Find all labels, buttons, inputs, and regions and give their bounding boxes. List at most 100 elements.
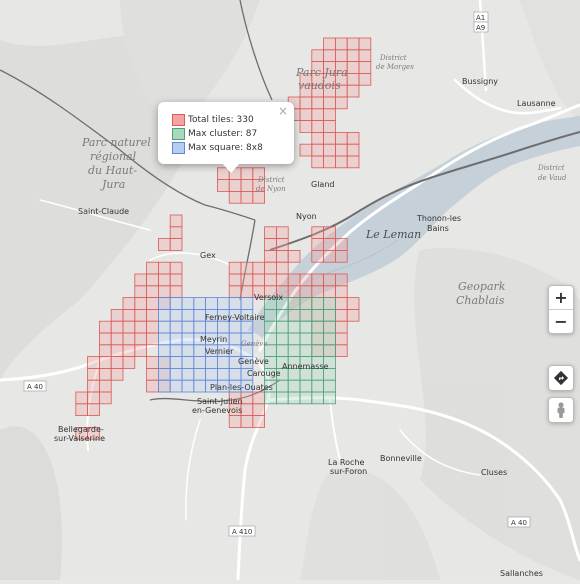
cluster-tile [311,332,324,346]
visited-tile [146,320,159,334]
cluster-tile [264,308,277,322]
cluster-tile [264,320,277,334]
visited-tile [275,226,289,240]
visited-tile [87,403,100,416]
place-geneve: Genève [238,356,269,366]
square-tile [228,367,242,381]
street-view-button[interactable] [548,397,574,423]
legend-max-square-label: Max square: 8x8 [188,143,263,153]
visited-tile [169,261,183,275]
visited-tile [240,415,254,428]
stats-popup: × Total tiles: 330 Max cluster: 87 Max s… [158,102,294,173]
cluster-tile [323,391,336,405]
visited-tile [122,344,136,357]
cluster-tile [299,344,313,357]
region-geopark-2: Chablais [456,294,505,307]
visited-tile [311,273,324,287]
visited-tile [122,297,136,310]
cluster-tile [323,344,336,357]
visited-tile [146,356,159,369]
place-la-roche: La Roche [328,458,364,467]
cluster-tile [323,379,336,393]
visited-tile [311,143,324,157]
square-tile [205,320,218,334]
visited-tile [311,249,324,263]
cluster-tile [287,297,301,310]
visited-tile [99,320,112,334]
visited-tile [311,226,324,240]
visited-tile [240,391,254,405]
visited-tile [146,297,159,310]
visited-tile [264,273,277,287]
directions-button[interactable] [548,365,574,391]
visited-tile [99,379,112,393]
visited-tile [240,190,254,204]
zoom-out-button[interactable]: − [549,310,573,333]
popup-close-button[interactable]: × [278,105,288,117]
visited-tile [134,344,148,357]
square-tile [181,297,195,310]
visited-tile [311,285,324,298]
place-saint-claude: Saint-Claude [78,207,129,216]
square-tile [169,297,183,310]
visited-tile [323,120,336,133]
visited-tile [228,415,242,428]
cluster-tile [275,332,289,346]
zoom-control: + − [548,285,574,334]
directions-icon [553,370,569,386]
visited-tile [299,285,313,298]
square-tile [228,332,242,346]
visited-tile [334,332,348,346]
visited-tile [110,344,124,357]
cluster-tile [299,379,313,393]
visited-tile [334,249,348,263]
road-a1: A1 [476,14,485,22]
visited-tile [311,108,324,122]
place-gex: Gex [200,251,216,260]
visited-tile [110,367,124,381]
visited-tile [358,37,372,51]
square-tile [157,367,171,381]
visited-tile [287,285,301,298]
visited-tile [157,238,171,251]
visited-tile [252,273,266,287]
visited-tile [240,167,254,181]
place-bellegarde-2: sur-Valserine [54,434,105,443]
visited-tile [311,238,324,251]
place-versoix: Versoix [254,293,283,302]
square-tile [157,356,171,369]
legend-swatch-green [172,128,185,140]
visited-tile [240,179,254,192]
visited-tile [334,320,348,334]
square-tile [216,320,230,334]
region-parc-jura-2: vaudois [298,79,341,92]
legend-swatch-blue [172,142,185,154]
visited-tile [323,238,336,251]
visited-tile [346,297,360,310]
square-tile [157,332,171,346]
place-meyrin: Meyrin [200,335,227,344]
visited-tile [311,131,324,145]
visited-tile [110,308,124,322]
visited-tile [240,261,254,275]
visited-tile [99,367,112,381]
cluster-tile [275,320,289,334]
square-tile [181,379,195,393]
square-tile [193,379,207,393]
cluster-tile [287,344,301,357]
visited-tile [346,61,360,74]
visited-tile [122,320,136,334]
square-tile [193,367,207,381]
visited-tile [323,285,336,298]
square-tile [216,367,230,381]
region-parc-haut-3: du Haut- [88,164,137,177]
visited-tile [146,367,159,381]
map-canvas[interactable]: Lausanne Bussigny Saint-Claude Gex Nyon … [0,0,580,582]
visited-tile [99,391,112,405]
square-tile [181,367,195,381]
district-vaud-1: District [537,164,565,172]
cluster-tile [287,391,301,405]
square-tile [169,332,183,346]
visited-tile [299,120,313,133]
zoom-in-button[interactable]: + [549,286,573,310]
